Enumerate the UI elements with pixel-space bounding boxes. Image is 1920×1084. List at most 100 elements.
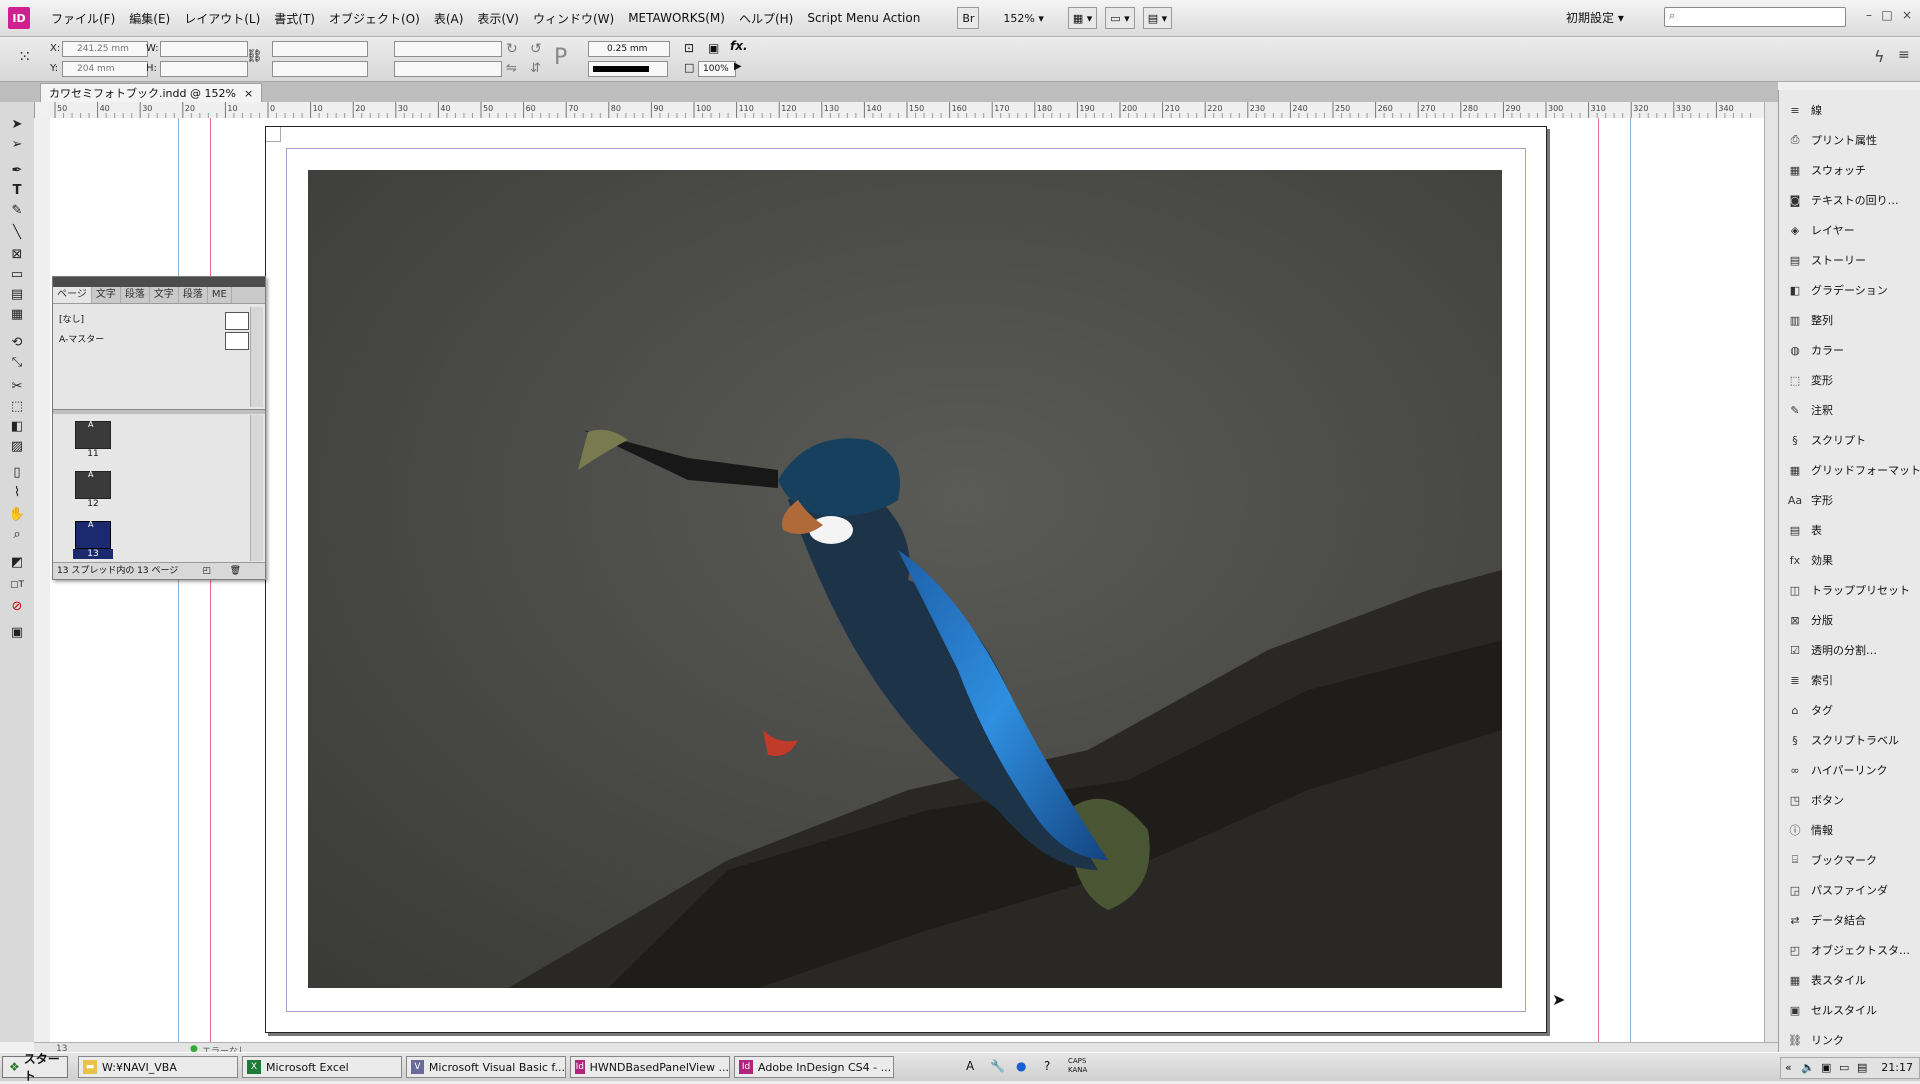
constrain-proportions-icon[interactable]: ⛓ <box>246 49 263 64</box>
dock-item-info[interactable]: ⓘ 情報 <box>1787 818 1834 842</box>
dock-item-separations[interactable]: ⊠ 分版 <box>1787 608 1833 632</box>
start-button[interactable]: ❖ スタート <box>2 1052 68 1083</box>
pages-scrollbar[interactable] <box>250 415 263 561</box>
dock-item-trap-preset[interactable]: ◫ トラッププリセット <box>1787 578 1910 602</box>
dock-item-stroke[interactable]: ≡ 線 <box>1787 98 1822 122</box>
line-tool-icon[interactable]: ╲ <box>7 224 27 242</box>
menu-view[interactable]: 表示(V) <box>470 10 526 27</box>
display-icon[interactable]: ▭ <box>1839 1061 1849 1074</box>
gradient-feather-tool-icon[interactable]: ▨ <box>7 438 27 456</box>
flip-horizontal-icon[interactable]: ⇋ <box>506 61 517 76</box>
free-transform-tool-icon[interactable]: ⬚ <box>7 398 27 416</box>
vertical-scrollbar[interactable] <box>1764 102 1779 1042</box>
selection-tool-icon[interactable]: ➤ <box>7 116 27 134</box>
note-tool-icon[interactable]: ▯ <box>7 464 27 482</box>
rotate-ccw-icon[interactable]: ↺ <box>530 41 542 57</box>
maximize-button[interactable]: □ <box>1878 8 1896 24</box>
panel-menu-icon[interactable]: ≡ <box>1898 47 1910 63</box>
dock-item-object-style[interactable]: ◰ オブジェクトスタ… <box>1787 938 1910 962</box>
ime-a-icon[interactable]: A <box>966 1059 974 1073</box>
container-select-icon[interactable]: ⊡ <box>684 41 694 55</box>
taskbar-button[interactable]: V Microsoft Visual Basic f... <box>406 1056 566 1078</box>
width-field[interactable] <box>160 41 248 57</box>
dock-item-effects[interactable]: fx 効果 <box>1787 548 1833 572</box>
dock-item-hyperlink[interactable]: ∞ ハイパーリンク <box>1787 758 1887 782</box>
dock-item-swatch[interactable]: ▦ スウォッチ <box>1787 158 1866 182</box>
scale-y-field[interactable] <box>272 61 368 77</box>
screen-mode-tool-icon[interactable]: ▣ <box>7 624 27 642</box>
dock-item-table-style[interactable]: ▦ 表スタイル <box>1787 968 1866 992</box>
dock-item-button[interactable]: ◳ ボタン <box>1787 788 1844 812</box>
reference-point-icon[interactable]: ⁙ <box>18 47 31 66</box>
page-thumb-11[interactable]: A 11 <box>73 420 113 459</box>
dock-item-links[interactable]: ⛓ リンク <box>1787 1028 1844 1052</box>
page-thumb-13[interactable]: A 13 <box>73 520 113 559</box>
fx-effects-button[interactable]: fx. <box>730 39 748 53</box>
tab-paragraph-2[interactable]: 段落 <box>179 287 208 303</box>
zoom-level-select[interactable]: 152% ▾ <box>999 8 1047 28</box>
scissors-tool-icon[interactable]: ✂ <box>7 378 27 396</box>
menu-help[interactable]: ヘルプ(H) <box>732 10 800 27</box>
pages-panel-titlebar[interactable] <box>53 277 265 287</box>
scale-x-field[interactable] <box>272 41 368 57</box>
dock-item-data-merge[interactable]: ⇄ データ結合 <box>1787 908 1866 932</box>
tray-expand-icon[interactable]: « <box>1785 1061 1792 1074</box>
table-grid-tool-icon[interactable]: ▦ <box>7 306 27 324</box>
tab-pages[interactable]: ページ <box>53 287 92 303</box>
dock-item-script-label[interactable]: § スクリプトラベル <box>1787 728 1899 752</box>
indesign-app-icon[interactable]: ID <box>8 7 30 29</box>
close-button[interactable]: × <box>1898 8 1916 24</box>
ime-globe-icon[interactable]: ● <box>1016 1059 1026 1073</box>
dock-item-story[interactable]: ▤ ストーリー <box>1787 248 1866 272</box>
dock-item-tags[interactable]: ⌂ タグ <box>1787 698 1834 722</box>
tab-character[interactable]: 文字 <box>92 287 121 303</box>
clock[interactable]: 21:17 <box>1881 1061 1913 1074</box>
x-position-field[interactable]: 241.25 mm <box>62 41 148 57</box>
minimize-button[interactable]: – <box>1860 8 1878 24</box>
fill-stroke-icon[interactable]: ◩ <box>7 554 27 572</box>
rotate-tool-icon[interactable]: ⟲ <box>7 334 27 352</box>
ime-help-icon[interactable]: ? <box>1044 1059 1050 1073</box>
monitor-icon[interactable]: ▤ <box>1857 1061 1867 1074</box>
dock-item-transform[interactable]: ⬚ 変形 <box>1787 368 1833 392</box>
rectangle-frame-tool-icon[interactable]: ⊠ <box>7 246 27 264</box>
lightning-icon[interactable]: ϟ <box>1874 47 1885 66</box>
panel-divider[interactable] <box>53 409 265 414</box>
dock-item-pathfinder[interactable]: ◲ パスファインダ <box>1787 878 1888 902</box>
dock-item-cell-style[interactable]: ▣ セルスタイル <box>1787 998 1877 1022</box>
eyedropper-tool-icon[interactable]: ⌇ <box>7 484 27 502</box>
dock-item-gradient[interactable]: ◧ グラデーション <box>1787 278 1888 302</box>
gradient-tool-icon[interactable]: ◧ <box>7 418 27 436</box>
document-tab[interactable]: カワセミフォトブック.indd @ 152% × <box>40 83 263 102</box>
workspace-switcher[interactable]: 初期設定 ▾ <box>1566 9 1624 26</box>
dock-item-bookmark[interactable]: ⌸ ブックマーク <box>1787 848 1877 872</box>
dock-item-text-wrap[interactable]: ◙ テキストの回り… <box>1787 188 1899 212</box>
master-none-row[interactable]: [なし] <box>59 311 249 330</box>
opacity-field[interactable]: 100% <box>698 61 736 77</box>
stroke-weight-field[interactable]: 0.25 mm <box>588 41 670 57</box>
menu-edit[interactable]: 編集(E) <box>122 10 177 27</box>
formatting-container-icon[interactable]: ▢T <box>7 576 27 594</box>
tab-paragraph[interactable]: 段落 <box>121 287 150 303</box>
taskbar-button[interactable]: Id HWNDBasedPanelView ... <box>570 1056 730 1078</box>
frame-grid-tool-icon[interactable]: ▤ <box>7 286 27 304</box>
stroke-type-select[interactable] <box>588 61 668 77</box>
dock-item-grid-format[interactable]: ▦ グリッドフォーマット <box>1787 458 1920 482</box>
menu-metaworks[interactable]: METAWORKS(M) <box>621 11 732 25</box>
pencil-tool-icon[interactable]: ✎ <box>7 202 27 220</box>
menu-window[interactable]: ウィンドウ(W) <box>526 10 621 27</box>
help-search-input[interactable]: ⌕ <box>1664 7 1846 27</box>
opacity-arrow-icon[interactable]: ▶ <box>734 61 742 72</box>
dock-item-script[interactable]: § スクリプト <box>1787 428 1866 452</box>
bridge-button[interactable]: Br <box>957 7 980 29</box>
tab-character-2[interactable]: 文字 <box>150 287 179 303</box>
arrange-documents-icon[interactable]: ▤ ▾ <box>1142 7 1173 29</box>
rotate-cw-icon[interactable]: ↻ <box>506 41 518 57</box>
volume-icon[interactable]: 🔈 <box>1801 1061 1815 1074</box>
screen-mode-icon[interactable]: ▭ ▾ <box>1105 7 1135 29</box>
dock-item-glyphs[interactable]: Aa 字形 <box>1787 488 1833 512</box>
masters-scrollbar[interactable] <box>250 307 263 407</box>
ime-tool-icon[interactable]: 🔧 <box>990 1059 1005 1073</box>
menu-file[interactable]: ファイル(F) <box>44 10 122 27</box>
tab-metaworks[interactable]: ME <box>208 287 232 303</box>
